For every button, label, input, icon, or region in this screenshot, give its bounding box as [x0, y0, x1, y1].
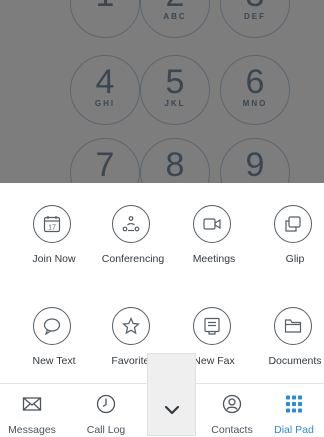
- dial-key-6[interactable]: 6 MNO: [220, 55, 290, 125]
- tab-dial-pad[interactable]: Dial Pad: [262, 384, 324, 437]
- meetings-button[interactable]: Meetings: [174, 205, 254, 285]
- action-label: Glip: [285, 253, 305, 265]
- dial-key-digit: 9: [245, 146, 265, 183]
- documents-button[interactable]: Documents: [255, 307, 324, 387]
- dial-key-letters: ABC: [163, 12, 187, 21]
- join-now-button[interactable]: 17 Join Now: [14, 205, 94, 285]
- dial-key-2[interactable]: 2 ABC: [140, 0, 210, 38]
- folder-icon: [284, 319, 302, 333]
- dial-key-8[interactable]: 8: [140, 138, 210, 183]
- tab-contacts[interactable]: Contacts: [200, 384, 264, 437]
- collapse-sheet-button[interactable]: [147, 353, 196, 436]
- dial-key-1[interactable]: 1: [70, 0, 140, 38]
- dial-key-letters: DEF: [244, 12, 266, 21]
- dial-key-letters: MNO: [242, 99, 268, 108]
- new-text-button[interactable]: New Text: [14, 307, 94, 387]
- video-camera-icon: [203, 218, 221, 230]
- action-circle: 17: [33, 205, 71, 243]
- dial-key-3[interactable]: 3 DEF: [220, 0, 290, 38]
- star-icon: [122, 317, 140, 335]
- dialpad-icon: [286, 395, 302, 413]
- action-circle: [112, 205, 150, 243]
- conferencing-button[interactable]: Conferencing: [93, 205, 173, 285]
- dial-key-digit: 8: [165, 146, 185, 183]
- glip-icon: [285, 216, 301, 232]
- dial-key-digit: 5: [165, 63, 185, 101]
- tab-messages[interactable]: Messages: [0, 384, 64, 437]
- dial-key-digit: 4: [95, 63, 115, 101]
- action-circle: [193, 307, 231, 345]
- tab-label: Messages: [8, 424, 56, 436]
- dial-key-7[interactable]: 7: [70, 138, 140, 183]
- tab-label: Call Log: [86, 424, 126, 436]
- clock-icon: [96, 394, 116, 414]
- dial-key-9[interactable]: 9: [220, 138, 290, 183]
- dial-key-4[interactable]: 4 GHI: [70, 55, 140, 125]
- dial-key-letters: GHI: [94, 99, 116, 108]
- action-label: Documents: [268, 355, 322, 367]
- dial-key-digit: 7: [95, 146, 115, 183]
- calendar-icon: 17: [43, 216, 61, 233]
- dial-key-digit: 1: [71, 0, 139, 15]
- contact-icon: [222, 394, 242, 414]
- action-circle: [274, 307, 312, 345]
- glip-button[interactable]: Glip: [255, 205, 324, 285]
- dialpad-overlay: 1 2 ABC 3 DEF 4 GHI 5 JKL 6 MNO 7 8 9: [0, 0, 324, 183]
- calendar-day: 17: [48, 225, 56, 232]
- dial-key-5[interactable]: 5 JKL: [140, 55, 210, 125]
- tab-call-log[interactable]: Call Log: [74, 384, 138, 437]
- conference-icon: [122, 216, 140, 232]
- fax-icon: [204, 317, 220, 335]
- action-circle: [33, 307, 71, 345]
- action-circle: [112, 307, 150, 345]
- chevron-down-icon: [164, 405, 180, 415]
- dial-key-digit: 6: [245, 63, 265, 101]
- dial-key-letters: JKL: [164, 99, 186, 108]
- envelope-icon: [22, 397, 42, 411]
- action-circle: [193, 205, 231, 243]
- speech-bubble-icon: [43, 318, 61, 335]
- action-circle: [274, 205, 312, 243]
- tab-label: Dial Pad: [274, 424, 314, 436]
